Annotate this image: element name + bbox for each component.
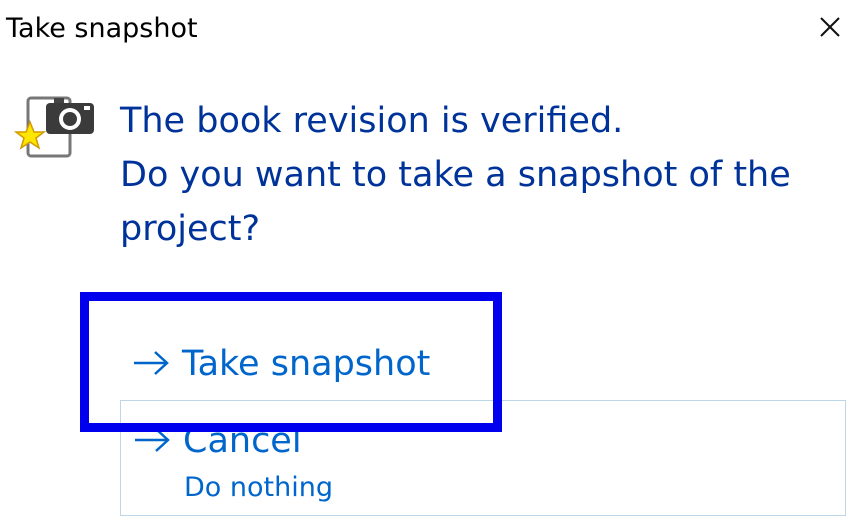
camera-snapshot-icon xyxy=(12,94,100,164)
arrow-right-icon xyxy=(134,351,169,375)
main-instruction: The book revision is verified. Do you wa… xyxy=(120,94,840,256)
take-snapshot-button[interactable]: Take snapshot xyxy=(120,330,846,398)
cancel-label: Cancel xyxy=(183,421,302,461)
message-line: project? xyxy=(120,209,261,249)
arrow-right-icon xyxy=(135,428,170,452)
cancel-note: Do nothing xyxy=(184,472,333,503)
close-icon xyxy=(820,17,840,37)
cancel-button[interactable]: Cancel Do nothing xyxy=(120,400,846,516)
take-snapshot-dialog: Take snapshot The book revision is verif… xyxy=(0,0,863,524)
message-line: Do you want to take a snapshot of the xyxy=(120,155,791,195)
close-button[interactable] xyxy=(810,8,850,48)
dialog-title: Take snapshot xyxy=(6,13,198,44)
message-line: The book revision is verified. xyxy=(120,101,624,141)
take-snapshot-label: Take snapshot xyxy=(182,344,431,384)
